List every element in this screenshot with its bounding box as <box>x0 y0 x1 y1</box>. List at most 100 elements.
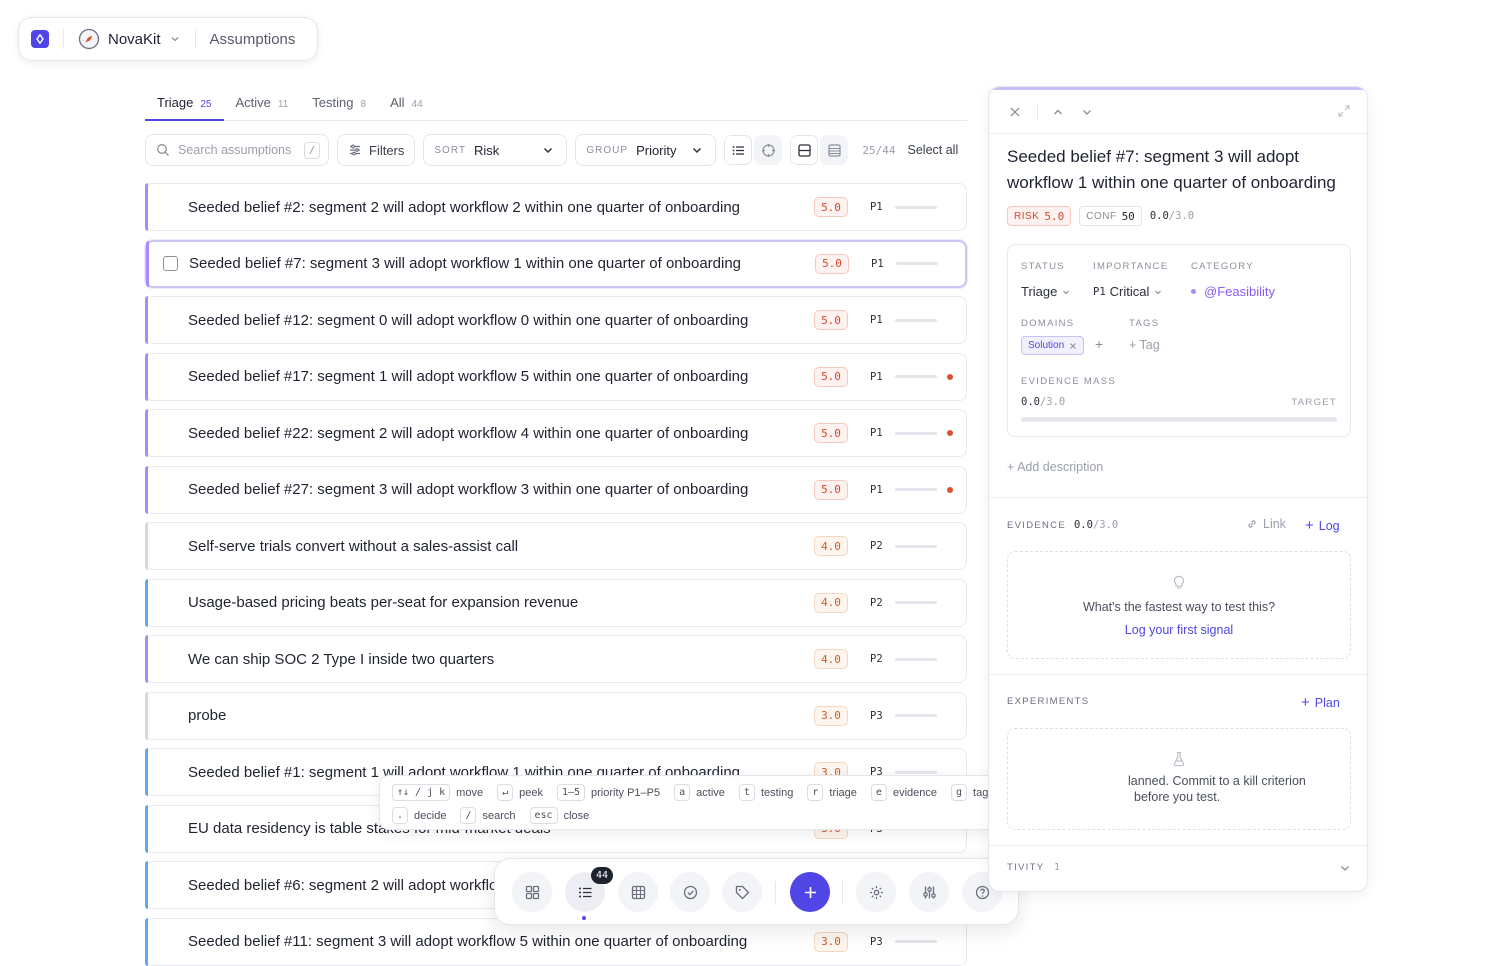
divider <box>989 674 1367 675</box>
plan-experiment-button[interactable]: + Plan <box>1301 694 1340 711</box>
filters-button[interactable]: Filters <box>337 134 416 166</box>
shortcut-item: t testing <box>738 784 794 801</box>
breadcrumb[interactable]: Assumptions <box>210 31 296 48</box>
experiments-empty-state: lanned. Commit to a kill criterion befor… <box>1007 728 1351 830</box>
evidence-progress-track <box>895 714 937 717</box>
priority-label: P1 <box>871 257 884 270</box>
tab-testing[interactable]: Testing 8 <box>300 86 378 121</box>
shortcut-item: r triage <box>807 784 857 801</box>
group-select[interactable]: GROUP Priority <box>575 134 717 166</box>
tab-all[interactable]: All 44 <box>378 86 435 121</box>
assumptions-list-button[interactable]: 44 <box>565 867 613 912</box>
tab-active[interactable]: Active 11 <box>224 86 301 121</box>
confidence-label: CONF <box>1086 210 1117 222</box>
status-value: Triage <box>1021 284 1058 299</box>
evidence-mass-label: EVIDENCE MASS <box>1021 376 1117 387</box>
activity-section-header[interactable]: TIVITY 1 <box>1007 862 1060 873</box>
assumption-title[interactable]: Seeded belief #7: segment 3 will adopt w… <box>1007 144 1357 196</box>
assumption-row[interactable]: Seeded belief #7: segment 3 will adopt w… <box>145 239 967 288</box>
close-icon[interactable] <box>1007 104 1023 120</box>
category-select[interactable]: @Feasibility <box>1191 284 1275 299</box>
evidence-progress-track <box>895 205 937 209</box>
tags-button[interactable] <box>722 872 762 912</box>
radar-view-button[interactable] <box>754 135 783 165</box>
assumption-row[interactable]: Self-serve trials convert without a sale… <box>145 522 967 570</box>
add-tag-button[interactable]: + Tag <box>1129 338 1160 352</box>
lightbulb-icon <box>1173 575 1185 589</box>
priority-label: P2 <box>870 653 883 665</box>
log-evidence-button[interactable]: + Log <box>1305 517 1340 534</box>
add-domain-button[interactable]: + <box>1095 336 1103 352</box>
domains-label: DOMAINS <box>1021 318 1075 329</box>
domain-chip[interactable]: Solution <box>1021 336 1085 355</box>
decisions-button[interactable] <box>670 872 710 912</box>
workspace-switcher[interactable]: NovaKit <box>78 28 181 50</box>
row-checkbox[interactable] <box>163 256 178 271</box>
select-all-button[interactable]: Select all <box>908 143 959 157</box>
evidence-target: /3.0 <box>1092 519 1119 531</box>
assumption-row[interactable]: We can ship SOC 2 Type I inside two quar… <box>145 635 967 683</box>
assumption-row[interactable]: probe 3.0 P3 <box>145 691 967 740</box>
shortcut-key: ↑↓ / j k <box>392 784 451 801</box>
evidence-progress-track <box>896 262 938 265</box>
tab-triage[interactable]: Triage 25 <box>145 86 224 121</box>
log-first-signal-link[interactable]: Log your first signal <box>1008 623 1350 637</box>
category-dot <box>1191 289 1196 294</box>
chevron-up-icon[interactable] <box>1050 104 1066 120</box>
add-assumption-button[interactable] <box>790 872 830 912</box>
gear-icon <box>869 885 883 899</box>
view-toggle <box>724 135 783 165</box>
status-label: STATUS <box>1021 261 1065 272</box>
expand-icon[interactable] <box>1337 104 1351 118</box>
category-value: @Feasibility <box>1204 284 1275 299</box>
group-label: GROUP <box>586 144 629 156</box>
assumption-title: Usage-based pricing beats per-seat for e… <box>188 594 579 611</box>
chevron-down-icon[interactable] <box>1079 104 1095 120</box>
plus-icon <box>804 886 816 898</box>
app-switcher: NovaKit Assumptions <box>18 17 318 61</box>
assumption-row[interactable]: Seeded belief #17: segment 1 will adopt … <box>145 352 967 401</box>
shortcut-key: t <box>738 784 755 801</box>
compass-icon <box>78 28 100 50</box>
add-description-button[interactable]: + Add description <box>1007 460 1103 474</box>
compact-density-button[interactable] <box>820 135 849 165</box>
search-input[interactable]: Search assumptions / <box>145 134 329 166</box>
settings-button[interactable] <box>856 872 896 912</box>
evidence-value: 0.0 <box>1149 210 1169 222</box>
assumption-row[interactable]: Seeded belief #27: segment 3 will adopt … <box>145 465 967 514</box>
importance-select[interactable]: P1 Critical <box>1093 284 1163 299</box>
remove-icon[interactable] <box>1069 342 1077 350</box>
link-evidence-button[interactable]: Link <box>1246 517 1286 531</box>
evidence-mass-value: 0.0/3.0 <box>1021 396 1065 408</box>
dashboard-button[interactable] <box>512 872 552 912</box>
shortcut-label: testing <box>760 786 794 799</box>
list-view-button[interactable] <box>724 135 753 165</box>
priority-label: P2 <box>870 540 883 552</box>
category-color-bar <box>145 578 148 627</box>
confidence-value: 50 <box>1121 209 1135 223</box>
assumption-title: Seeded belief #17: segment 1 will adopt … <box>188 368 749 385</box>
comfortable-density-button[interactable] <box>790 135 819 165</box>
assumption-row[interactable]: Seeded belief #22: segment 2 will adopt … <box>145 409 967 457</box>
check-circle-icon <box>683 885 697 899</box>
sort-select[interactable]: SORT Risk <box>423 134 568 166</box>
alert-dot <box>947 373 953 380</box>
divider <box>989 845 1367 846</box>
adjustments-button[interactable] <box>909 872 949 912</box>
category-color-bar <box>145 917 148 966</box>
importance-value: Critical <box>1109 284 1150 299</box>
experiments-section-label: EXPERIMENTS <box>1007 696 1090 707</box>
table-button[interactable] <box>618 872 658 912</box>
link-icon <box>1248 520 1256 528</box>
status-select[interactable]: Triage <box>1021 284 1071 299</box>
chevron-down-icon[interactable] <box>1339 862 1351 874</box>
shortcut-item: 1–5 priority P1–P5 <box>556 784 660 801</box>
metrics-row: RISK 5.0 CONF 50 0.0/3.0 <box>1007 206 1194 226</box>
evidence-progress-track <box>895 601 937 604</box>
assumption-row[interactable]: Usage-based pricing beats per-seat for e… <box>145 578 967 627</box>
assumption-row[interactable]: Seeded belief #12: segment 0 will adopt … <box>145 296 967 344</box>
shortcut-key: r <box>807 784 824 801</box>
app-logo[interactable] <box>31 30 49 48</box>
assumption-row[interactable]: Seeded belief #2: segment 2 will adopt w… <box>145 183 967 231</box>
divider <box>775 881 776 905</box>
